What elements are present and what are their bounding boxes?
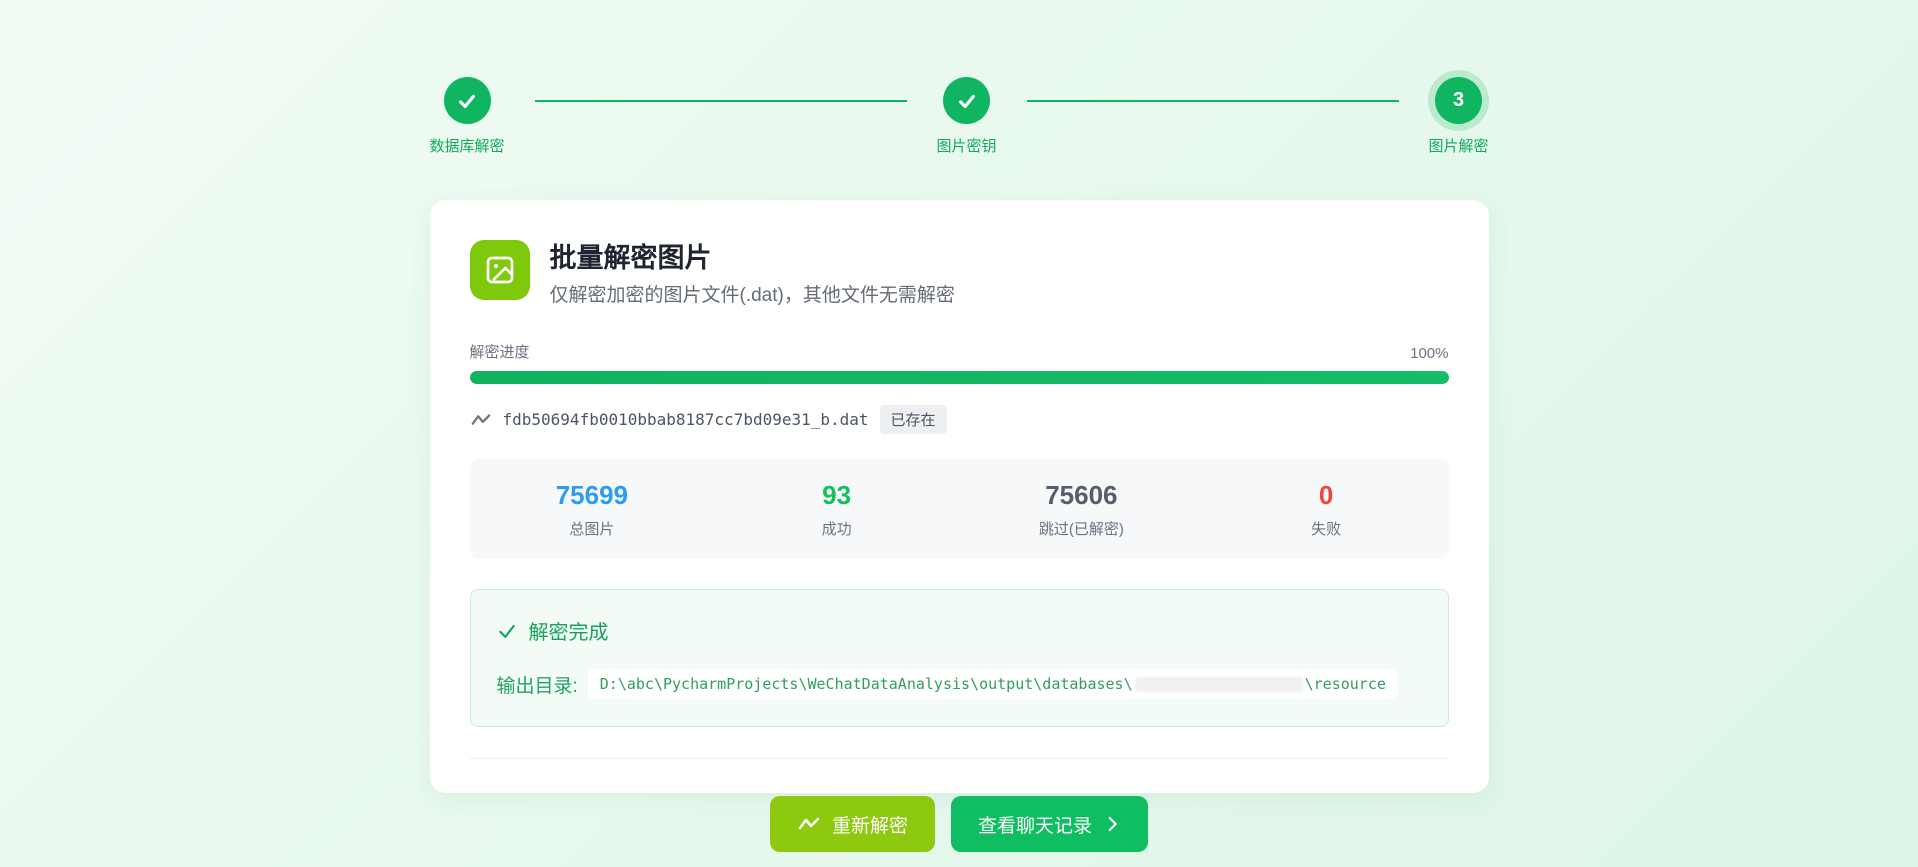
step-label: 图片密钥: [937, 135, 997, 156]
step-connector: [535, 100, 907, 102]
card-subtitle: 仅解密加密的图片文件(.dat)，其他文件无需解密: [550, 280, 955, 307]
view-chat-history-button-label: 查看聊天记录: [978, 811, 1092, 838]
divider: [470, 758, 1449, 759]
check-icon: [456, 90, 478, 112]
redo-wave-icon: [797, 814, 821, 834]
result-title: 解密完成: [529, 616, 609, 645]
stat-failed: 0 失败: [1204, 480, 1449, 539]
step-image-key: 图片密钥: [937, 77, 997, 156]
progress-label: 解密进度: [470, 341, 530, 362]
redacted-path-segment: [1135, 677, 1303, 692]
stepper: 数据库解密 图片密钥 3 图片解密: [430, 0, 1489, 156]
wave-icon: [470, 410, 492, 430]
stat-value: 75699: [470, 480, 715, 511]
step-connector: [1027, 100, 1399, 102]
stat-value: 75606: [959, 480, 1204, 511]
card-title: 批量解密图片: [550, 242, 955, 274]
stat-value: 0: [1204, 480, 1449, 511]
file-status-badge: 已存在: [880, 405, 947, 434]
output-dir-row: 输出目录: D:\abc\PycharmProjects\WeChatDataA…: [497, 669, 1422, 699]
current-file-row: fdb50694fb0010bbab8187cc7bd09e31_b.dat 已…: [470, 405, 1449, 434]
output-dir-label: 输出目录:: [497, 671, 578, 698]
step-database-decrypt: 数据库解密: [430, 77, 505, 156]
decrypt-complete-panel: 解密完成 输出目录: D:\abc\PycharmProjects\WeChat…: [470, 589, 1449, 727]
step-current-circle: 3: [1435, 77, 1482, 124]
file-name: fdb50694fb0010bbab8187cc7bd09e31_b.dat: [503, 410, 869, 429]
stat-label: 失败: [1204, 518, 1449, 539]
stats-panel: 75699 总图片 93 成功 75606 跳过(已解密) 0 失败: [470, 459, 1449, 559]
action-buttons: 重新解密 查看聊天记录: [470, 796, 1449, 852]
step-done-circle: [444, 77, 491, 124]
view-chat-history-button[interactable]: 查看聊天记录: [951, 796, 1148, 852]
stat-label: 成功: [714, 518, 959, 539]
progress-labels: 解密进度 100%: [470, 341, 1449, 362]
stat-value: 93: [714, 480, 959, 511]
progress-bar: [470, 371, 1449, 384]
stat-total-images: 75699 总图片: [470, 480, 715, 539]
step-number: 3: [1453, 89, 1464, 112]
step-label: 数据库解密: [430, 135, 505, 156]
card-header: 批量解密图片 仅解密加密的图片文件(.dat)，其他文件无需解密: [470, 240, 1449, 307]
output-dir-path: D:\abc\PycharmProjects\WeChatDataAnalysi…: [588, 669, 1398, 699]
step-done-circle: [943, 77, 990, 124]
stat-label: 跳过(已解密): [959, 518, 1204, 539]
decrypt-card: 批量解密图片 仅解密加密的图片文件(.dat)，其他文件无需解密 解密进度 10…: [430, 200, 1489, 793]
step-label: 图片解密: [1429, 135, 1489, 156]
stat-skipped: 75606 跳过(已解密): [959, 480, 1204, 539]
redecrypt-button[interactable]: 重新解密: [770, 796, 935, 852]
progress-fill: [470, 371, 1449, 384]
redecrypt-button-label: 重新解密: [832, 811, 908, 838]
progress-percent: 100%: [1410, 345, 1448, 362]
result-title-row: 解密完成: [497, 616, 1422, 645]
check-icon: [497, 621, 517, 641]
check-icon: [956, 90, 978, 112]
chevron-right-icon: [1103, 815, 1121, 833]
image-icon: [470, 240, 530, 300]
stat-label: 总图片: [470, 518, 715, 539]
step-image-decrypt: 3 图片解密: [1429, 77, 1489, 156]
card-header-text: 批量解密图片 仅解密加密的图片文件(.dat)，其他文件无需解密: [550, 240, 955, 307]
stat-success: 93 成功: [714, 480, 959, 539]
